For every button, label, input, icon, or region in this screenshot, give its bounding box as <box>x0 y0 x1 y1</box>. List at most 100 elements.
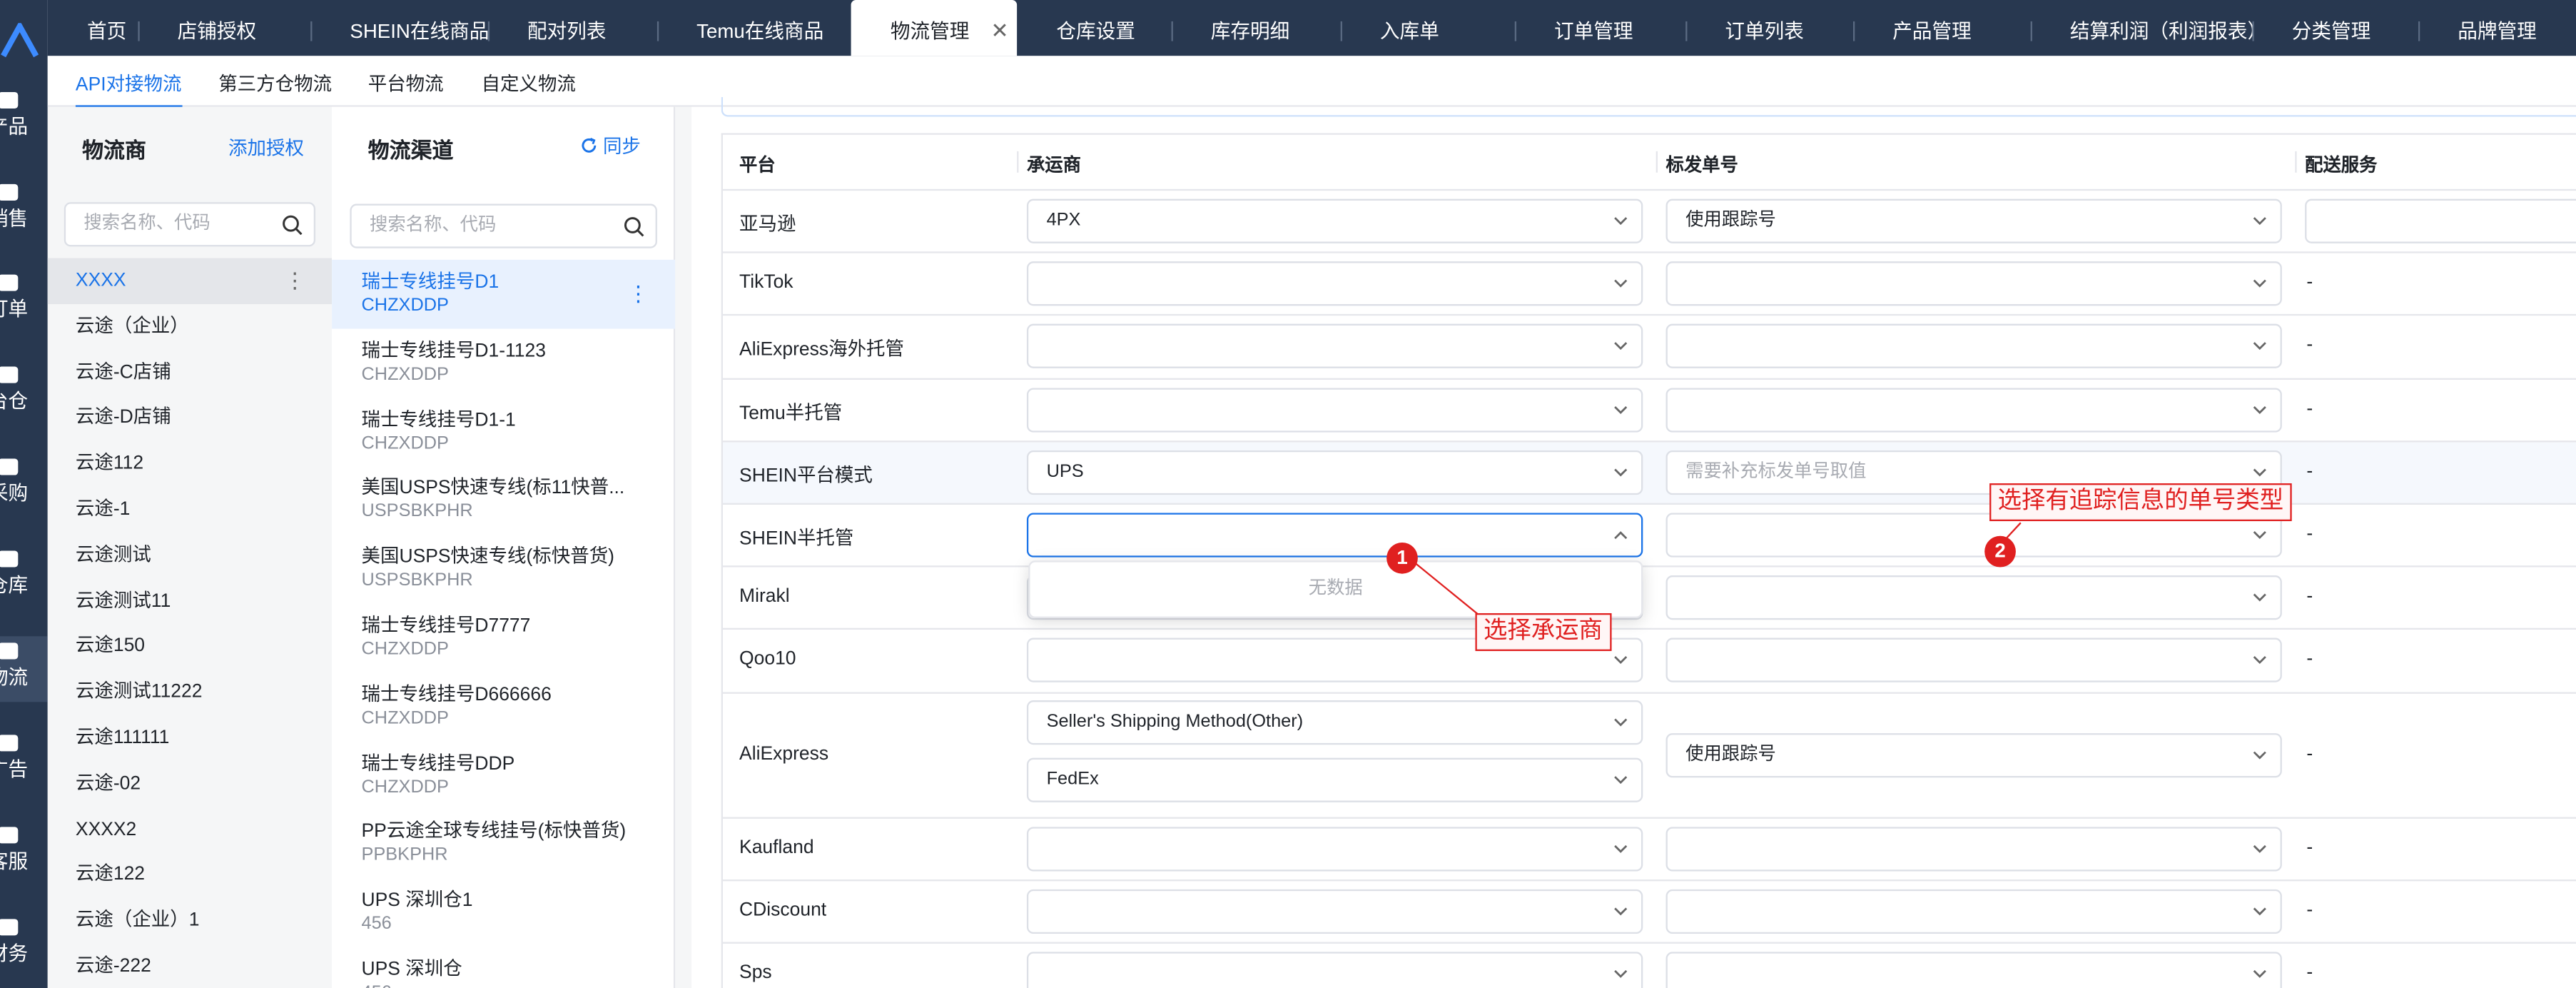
nav-item-5[interactable]: 采购 <box>0 452 48 518</box>
channel-list-item[interactable]: 瑞士专线挂号D1 CHZXDDP ⋮ <box>332 259 676 329</box>
channel-list-item[interactable]: 瑞士专线挂号D1-1123 CHZXDDP <box>332 328 675 397</box>
carrier-select[interactable]: FedEx <box>1026 757 1643 802</box>
nav-item-6[interactable]: 仓库 <box>0 544 48 610</box>
carrier-list-item[interactable]: 云途150 <box>48 624 332 670</box>
carrier-list-item[interactable]: 云途测试11222 <box>48 670 332 715</box>
carrier-select[interactable]: UPS <box>1026 450 1643 495</box>
channel-list-item[interactable]: 瑞士专线挂号DDP CHZXDDP <box>332 741 675 810</box>
channel-list: 瑞士专线挂号D1 CHZXDDP ⋮ 瑞士专线挂号D1-1123 CHZXDDP 瑞士专线… <box>332 259 676 988</box>
channel-list-item[interactable]: 美国USPS快速专线(标快普货) USPSBKPHR <box>332 535 675 603</box>
top-tab-8[interactable]: 库存明细 <box>1171 0 1341 56</box>
channel-list-item[interactable]: UPS 深圳仓1 456 <box>332 878 675 947</box>
top-tab-13[interactable]: 结算利润（利润报表） <box>2030 0 2267 56</box>
tracking-select[interactable]: 使用跟踪号 <box>1665 732 2282 777</box>
top-tab-12[interactable]: 产品管理 <box>1852 0 2031 56</box>
carrier-select[interactable] <box>1026 387 1643 432</box>
platform-name: Qoo10 <box>739 650 796 670</box>
tracking-select[interactable] <box>1665 324 2282 369</box>
carrier-search-input[interactable]: 搜索名称、代码 <box>64 202 316 247</box>
carrier-list-item[interactable]: 云途111111 <box>48 715 332 761</box>
carrier-list-item[interactable]: 云途-222 <box>48 944 332 988</box>
search-icon[interactable] <box>281 213 304 236</box>
nav-item-4[interactable]: 平台仓 <box>0 360 48 425</box>
carrier-list-item[interactable]: 云途112 <box>48 441 332 487</box>
tracking-select[interactable] <box>1665 387 2282 432</box>
top-tab-2[interactable]: 店铺授权 <box>138 0 310 56</box>
channel-list-item[interactable]: 美国USPS快速专线(标11快普... USPSBKPHR <box>332 466 675 535</box>
carrier-select[interactable] <box>1026 324 1643 369</box>
channel-search-input[interactable]: 搜索名称、代码 <box>350 203 657 248</box>
top-tab-11[interactable]: 订单列表 <box>1685 0 1853 56</box>
tracking-select[interactable]: 使用跟踪号 <box>1665 198 2282 244</box>
carrier-list-item[interactable]: 云途122 <box>48 852 332 898</box>
tab-separator <box>1852 21 1855 41</box>
carrier-select[interactable] <box>1026 261 1643 306</box>
carrier-list-item[interactable]: 云途-D店铺 <box>48 395 332 441</box>
top-tab-10[interactable]: 订单管理 <box>1514 0 1685 56</box>
header-tracking-label: 标发单号 <box>1665 156 1738 176</box>
carrier-list-item[interactable]: 云途-1 <box>48 487 332 533</box>
top-tab-4[interactable]: 配对列表 <box>487 0 657 56</box>
table-row: TikTok - <box>723 253 2576 317</box>
carrier-list-item[interactable]: 云途测试11 <box>48 578 332 624</box>
channel-list-item[interactable]: UPS 深圳仓 456 <box>332 947 675 988</box>
tracking-select[interactable] <box>1665 638 2282 683</box>
channel-list-item[interactable]: 瑞士专线挂号D7777 CHZXDDP <box>332 603 675 672</box>
top-tab-14[interactable]: 分类管理 <box>2252 0 2418 56</box>
top-tab-label: 首页 <box>87 19 127 43</box>
top-tab-1[interactable]: 首页 <box>48 0 138 56</box>
delivery-service-select[interactable] <box>2305 198 2576 244</box>
carrier-list-item[interactable]: 云途测试 <box>48 533 332 578</box>
sync-button[interactable]: 同步 <box>579 133 641 160</box>
channel-list-item[interactable]: PP云途全球专线挂号(标快普货) PPBKPHR <box>332 810 675 878</box>
nav-item-3[interactable]: 订单 <box>0 268 48 333</box>
carrier-list-item[interactable]: 云途（企业）1 <box>48 898 332 944</box>
carrier-list-item[interactable]: XXXX ⋮ <box>47 258 333 304</box>
delivery-service-value: - <box>2306 650 2313 670</box>
channel-name: UPS 深圳仓 <box>361 959 462 980</box>
nav-item-8[interactable]: 广告 <box>0 728 48 794</box>
tracking-select[interactable] <box>1665 952 2282 988</box>
top-tab-5[interactable]: Temu在线商品 <box>656 0 851 56</box>
close-tab-icon[interactable]: ✕ <box>991 0 1009 63</box>
channel-list-item[interactable]: 瑞士专线挂号D666666 CHZXDDP <box>332 672 675 740</box>
more-vertical-icon[interactable]: ⋮ <box>284 258 305 304</box>
top-tab-9[interactable]: 入库单 <box>1340 0 1515 56</box>
top-tab-6[interactable]: 物流管理 ✕ <box>851 0 1018 56</box>
tracking-select[interactable] <box>1665 575 2282 620</box>
carrier-select[interactable] <box>1026 952 1643 988</box>
carrier-list-item[interactable]: 云途（企业） <box>48 304 332 350</box>
tracking-select[interactable] <box>1665 261 2282 306</box>
top-tab-3[interactable]: SHEIN在线商品 <box>310 0 489 56</box>
carrier-select[interactable] <box>1026 513 1643 558</box>
subtab-third-party-warehouse[interactable]: 第三方仓物流 <box>218 71 332 97</box>
search-icon[interactable] <box>623 216 646 238</box>
top-tab-7[interactable]: 仓库设置 <box>1017 0 1171 56</box>
more-vertical-icon[interactable]: ⋮ <box>627 281 649 308</box>
carrier-dropdown-menu: 无数据 <box>1028 560 1643 618</box>
top-tab-label: 配对列表 <box>527 19 607 43</box>
carrier-select[interactable] <box>1026 827 1643 872</box>
tracking-select[interactable] <box>1665 827 2282 872</box>
carrier-list-item[interactable]: 云途-C店铺 <box>48 350 332 395</box>
table-row: SHEIN半托管 - <box>723 505 2576 568</box>
carrier-list-item[interactable]: XXXX2 <box>48 807 332 852</box>
subtab-api-logistics[interactable]: API对接物流 <box>75 71 182 109</box>
nav-item-9[interactable]: 客服 <box>0 820 48 886</box>
subtab-platform-logistics[interactable]: 平台物流 <box>368 71 444 97</box>
nav-item-2[interactable]: 销售 <box>0 178 48 243</box>
subtab-custom-logistics[interactable]: 自定义物流 <box>482 71 576 97</box>
chevron-down-icon <box>2253 531 2266 540</box>
carrier-select[interactable] <box>1026 889 1643 934</box>
left-nav: 产品销售订单平台仓采购仓库物流广告客服财务 <box>0 0 48 988</box>
channel-list-item[interactable]: 瑞士专线挂号D1-1 CHZXDDP <box>332 397 675 465</box>
carrier-select[interactable]: Seller's Shipping Method(Other) <box>1026 699 1643 745</box>
tracking-select[interactable] <box>1665 889 2282 934</box>
carrier-list-item[interactable]: 云途-02 <box>48 761 332 807</box>
nav-item-1[interactable]: 产品 <box>0 86 48 151</box>
add-authorization-link[interactable]: 添加授权 <box>228 135 304 161</box>
top-tab-15[interactable]: 品牌管理 <box>2418 0 2576 56</box>
nav-item-7[interactable]: 物流 <box>0 636 48 702</box>
nav-item-10[interactable]: 财务 <box>0 912 48 978</box>
carrier-select[interactable]: 4PX <box>1026 198 1643 244</box>
